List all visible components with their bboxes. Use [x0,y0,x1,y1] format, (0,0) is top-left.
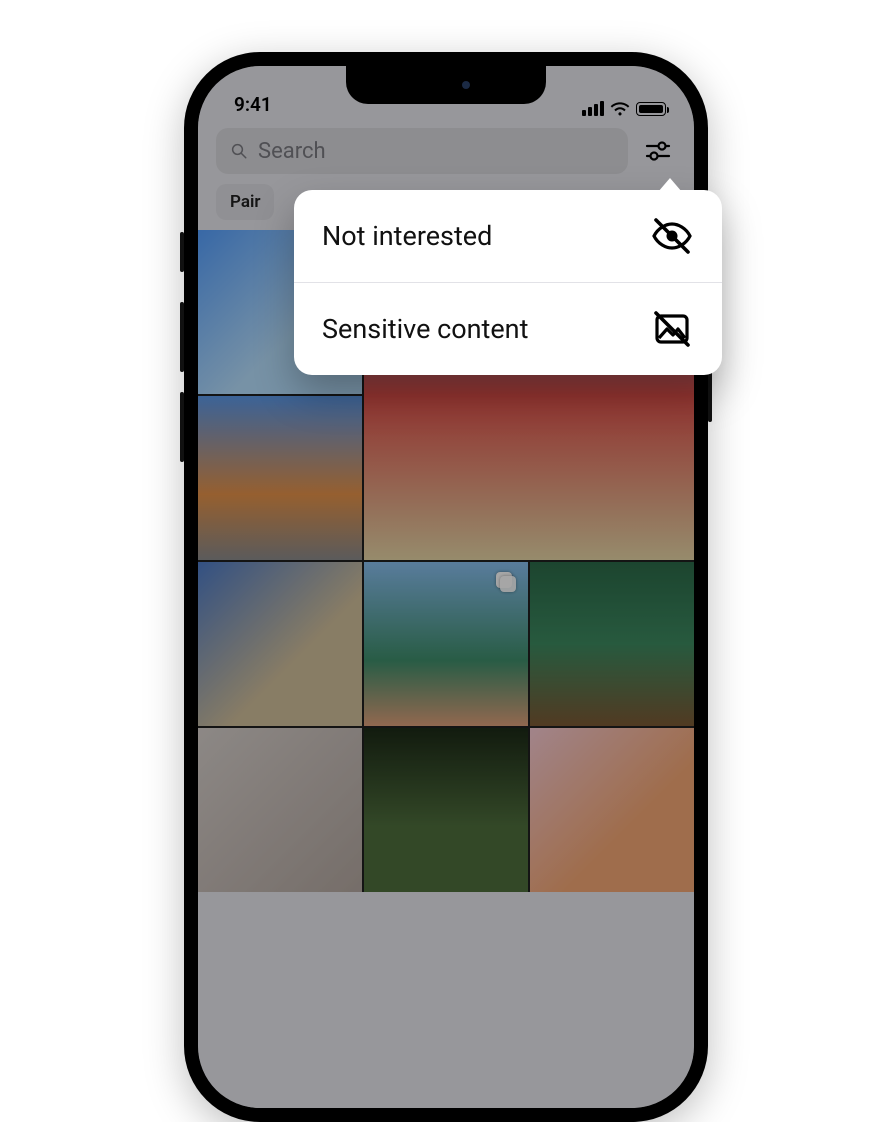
image-off-icon [650,307,694,351]
context-menu: Not interested Sensitive content [294,190,722,375]
side-button [180,232,184,272]
search-input[interactable]: Search [216,128,628,174]
menu-item-label: Sensitive content [322,313,528,345]
search-placeholder: Search [258,139,326,164]
status-icons [582,101,666,116]
cellular-signal-icon [582,101,604,116]
grid-tile[interactable] [364,562,528,726]
side-button [180,302,184,372]
status-time: 9:41 [234,93,272,116]
menu-item-label: Not interested [322,220,492,252]
wifi-icon [610,101,630,116]
menu-item-not-interested[interactable]: Not interested [294,190,722,282]
chip-label: Pair [230,192,260,212]
sliders-icon [644,137,672,165]
filter-chip[interactable]: Pair [216,184,274,220]
side-button [180,392,184,462]
grid-tile[interactable] [198,396,362,560]
grid-tile[interactable] [530,728,694,892]
toolbar: Search [198,122,694,184]
grid-tile[interactable] [198,562,362,726]
grid-tile[interactable] [364,728,528,892]
menu-item-sensitive-content[interactable]: Sensitive content [294,282,722,375]
grid-tile[interactable] [530,562,694,726]
multi-image-icon [496,572,518,594]
battery-icon [636,102,666,116]
notch [346,66,546,104]
search-icon [230,142,248,160]
filter-button[interactable] [640,133,676,169]
grid-tile[interactable] [198,728,362,892]
eye-off-icon [650,214,694,258]
